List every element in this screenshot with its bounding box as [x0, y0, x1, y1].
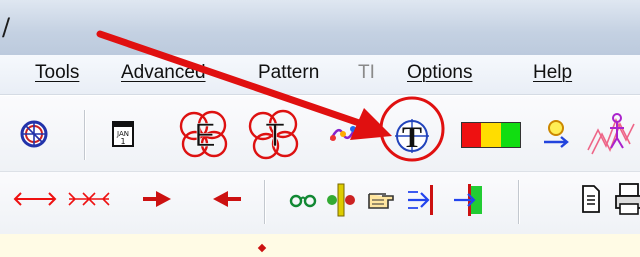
toolbar-separator [264, 180, 265, 224]
stick-figure-icon[interactable] [586, 110, 636, 158]
menu-pattern[interactable]: Pattern [258, 62, 319, 84]
color-bar-icon[interactable] [461, 122, 521, 148]
menu-advanced[interactable]: Advanced [121, 62, 206, 84]
loop-letter-t-icon[interactable]: T [246, 106, 304, 164]
menu-ti[interactable]: TI [358, 62, 375, 84]
toolbar-separator [84, 110, 85, 160]
svg-text:E: E [194, 117, 215, 153]
arrow-to-green-bar-icon[interactable] [452, 182, 486, 218]
arrow-right-icon[interactable] [140, 188, 174, 210]
secondary-toolbar [0, 172, 640, 234]
status-strip [0, 234, 640, 257]
main-toolbar: JAN 1 E T T [0, 96, 640, 172]
glasses-icon[interactable] [288, 190, 318, 210]
compass-globe-icon[interactable] [18, 118, 50, 150]
arrow-to-bar-icon[interactable] [406, 182, 440, 218]
menu-options[interactable]: Options [407, 62, 472, 84]
window-title-bar: / [0, 0, 640, 55]
svg-text:T: T [265, 117, 285, 153]
menu-bar: Tools Advanced Pattern TI Options Help [0, 55, 640, 95]
svg-text:1: 1 [120, 137, 125, 146]
pointing-hand-icon[interactable] [366, 186, 396, 212]
loop-letter-e-icon[interactable]: E [176, 106, 234, 164]
window-title: / [2, 13, 11, 41]
printer-icon[interactable] [614, 182, 640, 216]
targeted-letter-t-icon[interactable]: T [392, 116, 432, 156]
calendar-icon[interactable]: JAN 1 [110, 118, 136, 150]
arrows-converge-icon[interactable] [66, 188, 112, 210]
double-arrow-out-icon[interactable] [12, 188, 58, 210]
menu-help[interactable]: Help [533, 62, 572, 84]
svg-text:T: T [402, 121, 422, 154]
wave-dots-icon[interactable] [328, 120, 358, 148]
menu-tools[interactable]: Tools [35, 62, 79, 84]
toolbar-separator [518, 180, 519, 224]
sun-arrow-icon[interactable] [540, 118, 572, 150]
document-icon[interactable] [580, 184, 602, 214]
arrow-left-icon[interactable] [210, 188, 244, 210]
split-pillar-icon[interactable] [326, 182, 356, 218]
